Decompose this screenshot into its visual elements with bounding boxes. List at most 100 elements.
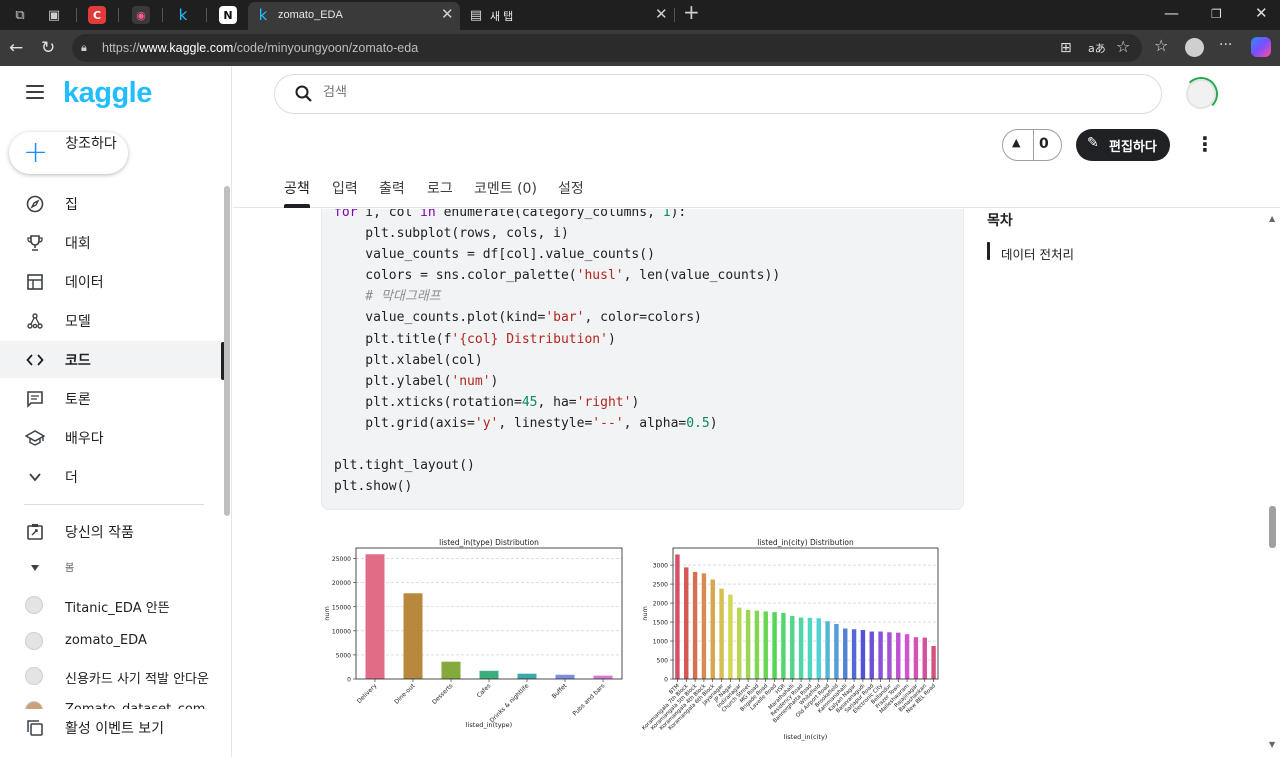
recent-notebook[interactable]: Titanic_EDA 안뜬 [0,588,222,622]
bar [719,588,724,679]
workspaces-icon[interactable]: ⧉ [10,5,30,25]
tab-comments[interactable]: 코멘트 (0) [474,178,537,198]
search-input[interactable] [323,85,723,100]
scroll-down-arrow-icon[interactable]: ▼ [1269,740,1275,749]
recent-notebook-clip: Zomato_dataset_com [0,694,222,710]
more-options-icon[interactable]: ··· [1219,36,1232,54]
notebook-avatar [25,667,43,685]
notion-tab-favicon[interactable]: N [219,6,237,24]
code-cell[interactable]: for i, col in enumerate(category_columns… [321,209,964,510]
upvote-widget[interactable]: ▲ 0 [1002,129,1062,161]
sidebar-item-home[interactable]: 집 [0,185,222,222]
code-line: ​ [334,434,780,455]
code-text[interactable]: for i, col in enumerate(category_columns… [334,209,780,497]
chart-title: listed_in(type) Distribution [439,538,539,547]
recent-notebook[interactable]: Zomato_dataset_com [0,694,222,710]
copilot-icon[interactable] [1251,37,1271,57]
bar [479,670,499,679]
code-line: # 막대그래프 [334,289,441,305]
tab-logs[interactable]: 로그 [427,178,453,198]
bar [701,573,707,679]
profile-avatar[interactable] [1185,38,1204,57]
bar [878,631,883,679]
code-cell-viewport: for i, col in enumerate(category_columns… [233,209,973,514]
active-events-link[interactable]: 활성 이벤트 보기 [0,709,222,746]
recent-notebook[interactable]: zomato_EDA [0,624,222,658]
restore-icon[interactable]: ❐ [1211,7,1222,21]
toc-item[interactable]: 데이터 전처리 [1001,244,1074,263]
bar [843,628,848,679]
bar [763,611,768,679]
bar [869,631,874,679]
menu-icon[interactable] [26,85,44,103]
search-bar[interactable] [274,74,1162,114]
favorite-star-icon[interactable]: ☆ [1116,38,1130,56]
sidebar-item-your-work[interactable]: 당신의 작품 [0,513,222,550]
kaggle-favicon: k [258,6,268,24]
lock-icon[interactable]: 🔒︎ [81,41,87,55]
url-text: https://www.kaggle.com/code/minyoungyoon… [102,41,419,55]
sidebar-item-code[interactable]: 코드 [0,341,222,378]
sidebar-item-models[interactable]: 모델 [0,302,222,339]
close-tab-icon[interactable]: ✕ [441,5,454,23]
tab-output[interactable]: 출력 [379,178,405,198]
refresh-icon[interactable]: ↻ [41,38,55,58]
app-view-icon[interactable]: ⊞ [1060,39,1072,57]
sidebar-item-more[interactable]: 더 [0,458,222,495]
tab-input[interactable]: 입력 [332,178,358,198]
notebook-avatar [25,596,43,614]
tab-zomato-eda[interactable]: k zomato_EDA ✕ [248,2,460,30]
tab-title[interactable]: 새 탭 [490,8,513,24]
tab-settings[interactable]: 설정 [558,178,584,198]
tab-notebook[interactable]: 공책 [284,178,310,198]
sidebar-item-label: 모델 [65,314,91,330]
y-tick-label: 5000 [336,652,351,659]
new-tab-icon[interactable]: + [683,2,700,22]
url-field[interactable]: 🔒︎ https://www.kaggle.com/code/minyoungy… [72,34,1142,62]
sidebar-item-discussions[interactable]: 토론 [0,380,222,417]
more-vert-icon[interactable]: ⋮ [1195,132,1215,156]
close-tab-icon[interactable]: ✕ [655,5,668,23]
tab-actions-icon[interactable]: ▣ [44,5,64,25]
code-line: plt.subplot(rows, cols, i) [334,226,569,242]
x-axis-label: listed_in(type) [466,721,512,729]
sidebar-item-datasets[interactable]: 데이터 [0,263,222,300]
bar [781,612,786,679]
bar [896,632,901,679]
tab-favicon[interactable]: k [174,6,192,24]
code-line: plt.grid(axis='y', linestyle='--', alpha… [334,415,718,431]
sidebar-item-competitions[interactable]: 대회 [0,224,222,261]
create-button[interactable]: + 창조하다 [9,132,128,174]
recent-notebook-label: Titanic_EDA 안뜬 [65,601,170,616]
scroll-up-arrow-icon[interactable]: ▲ [1269,214,1275,223]
sidebar-section-toggle[interactable]: 봄 [0,552,222,584]
tab-favicon[interactable]: C [88,6,106,24]
new-tab-favicon[interactable]: ▤ [467,6,485,24]
bar [692,571,698,679]
favorites-icon[interactable]: ☆ [1154,37,1168,55]
translate-icon[interactable]: aあ [1088,40,1106,58]
type-distribution-chart: 0 5000 10000 15000 20000 25000 Delivery Dine-ou… [323,538,623,729]
sidebar-divider [24,504,204,505]
sidebar-item-learn[interactable]: 배우다 [0,419,222,456]
upvote-arrow-icon[interactable]: ▲ [1012,136,1020,149]
window-close-icon[interactable]: ✕ [1255,4,1268,22]
sidebar-item-label: 코드 [65,353,91,369]
y-tick-label: 1500 [653,620,668,627]
tab-favicon[interactable]: ◉ [132,6,150,24]
user-avatar[interactable] [1186,79,1216,109]
bar [754,610,760,679]
bar [684,567,689,679]
sidebar-scrollbar[interactable] [224,186,230,516]
code-line: colors = sns.color_palette('husl', len(v… [334,268,781,284]
bar [851,629,857,679]
page-scrollbar-thumb[interactable] [1269,506,1276,548]
edit-button[interactable]: ✎ 편집하다 [1076,129,1170,161]
chevron-down-icon [24,466,46,488]
y-axis-label: num [323,606,331,621]
kaggle-logo[interactable]: kaggle [63,77,152,110]
minimize-icon[interactable]: — [1164,4,1179,22]
recent-notebook[interactable]: 신용카드 사기 적발 안다운 [0,659,222,693]
app-window: ⧉ ▣ C ◉ k N k zomato_EDA ✕ ▤ 새 탭 ✕ + — ❐… [0,0,1280,757]
back-icon[interactable]: ← [9,38,23,58]
